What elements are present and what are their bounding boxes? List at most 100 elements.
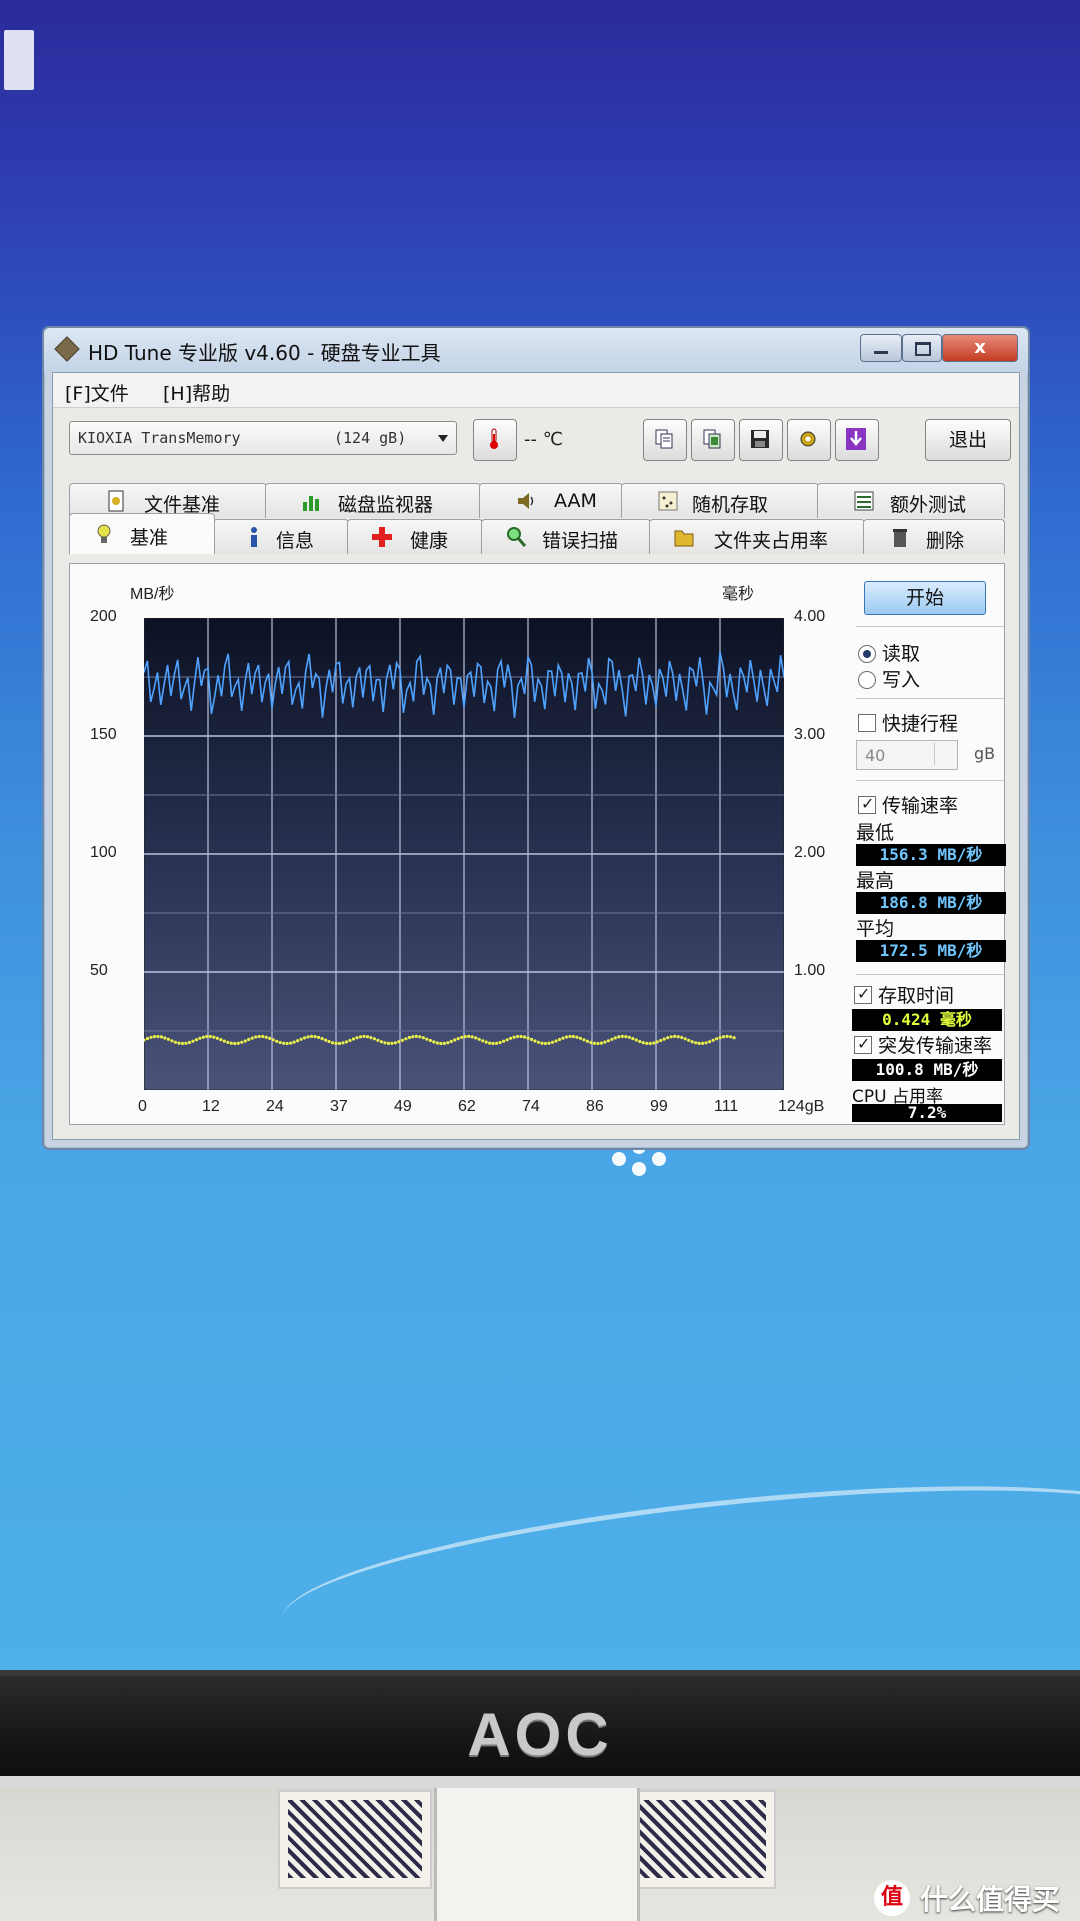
close-button[interactable]: x [942, 334, 1018, 362]
tab-label: 健康 [410, 530, 449, 552]
avg-value: 172.5 MB/秒 [856, 940, 1006, 962]
access-time-point [372, 1037, 376, 1041]
site-watermark: 值 什么值得买 [873, 1878, 1060, 1918]
burst-rate-checkbox[interactable] [854, 1034, 872, 1054]
access-time-point [264, 1035, 268, 1039]
transfer-rate-checkbox[interactable] [858, 794, 876, 814]
access-time-point [463, 1035, 467, 1039]
access-time-point [376, 1038, 380, 1042]
x-tick: 62 [458, 1098, 476, 1115]
access-time-point [407, 1035, 411, 1040]
access-time-checkbox[interactable] [854, 984, 872, 1004]
extra-tests-icon [854, 491, 874, 511]
short-stroke-stepper[interactable]: 40 [856, 740, 958, 770]
access-time-point [191, 1039, 195, 1043]
access-time-point [240, 1040, 244, 1044]
tab-folder-usage[interactable]: 文件夹占用率 [649, 519, 865, 554]
access-time-point [226, 1040, 230, 1044]
drive-select[interactable]: KIOXIA TransMemory (124 gB) [69, 421, 457, 455]
access-time-point [296, 1039, 300, 1043]
access-time-point [697, 1041, 701, 1045]
tab-random-access[interactable]: 随机存取 [621, 483, 819, 518]
burst-rate-value: 100.8 MB/秒 [852, 1059, 1002, 1081]
access-time-label: 存取时间 [878, 985, 955, 1007]
access-time-point [187, 1040, 191, 1045]
x-tick: 74 [522, 1098, 540, 1115]
access-time-point [659, 1038, 663, 1043]
tab-extra-tests[interactable]: 额外测试 [817, 483, 1005, 518]
temperature-button[interactable] [473, 419, 517, 461]
access-time-point [470, 1035, 474, 1039]
access-time-point [247, 1037, 251, 1042]
access-time-point [355, 1036, 359, 1040]
monitor-brand-logo: AOC [467, 1701, 613, 1768]
menu-file[interactable]: [F]文件 [65, 379, 129, 406]
trash-icon [893, 529, 907, 547]
chevron-down-icon [438, 435, 448, 442]
access-time-point [341, 1041, 345, 1045]
tab-info[interactable]: 信息 [213, 519, 349, 554]
x-tick: 49 [394, 1098, 412, 1115]
access-time-point [449, 1039, 453, 1044]
access-time-point [543, 1041, 548, 1046]
separator [856, 698, 1004, 699]
short-stroke-checkbox[interactable] [858, 714, 876, 732]
tab-error-scan[interactable]: 错误扫描 [481, 519, 651, 554]
access-time-point [212, 1035, 216, 1039]
copy-text-button[interactable] [643, 419, 687, 461]
access-time-point [596, 1041, 600, 1046]
y-axis-left-unit: MB/秒 [130, 586, 175, 603]
write-label: 写入 [882, 669, 921, 691]
x-tick: 12 [202, 1098, 220, 1115]
save-button[interactable] [739, 419, 783, 461]
access-time-point [568, 1034, 572, 1039]
access-time-point [509, 1036, 513, 1040]
access-time-point [690, 1040, 694, 1044]
access-time-point [198, 1036, 202, 1040]
tab-health[interactable]: 健康 [347, 519, 483, 554]
access-time-point [620, 1034, 624, 1038]
access-time-point [655, 1040, 659, 1044]
y-tick-left: 100 [90, 844, 117, 861]
stepper-arrows[interactable] [934, 743, 955, 765]
tab-aam[interactable]: AAM [479, 483, 623, 518]
access-time-point [648, 1041, 652, 1046]
tab-delete[interactable]: 删除 [863, 519, 1005, 554]
watermark-text: 什么值得买 [919, 1883, 1060, 1916]
access-time-point [383, 1041, 387, 1045]
access-time-point [334, 1041, 338, 1045]
access-time-point [564, 1035, 569, 1039]
access-time-point [236, 1041, 240, 1045]
access-time-point [519, 1034, 523, 1039]
title-bar[interactable]: HD Tune 专业版 v4.60 - 硬盘专业工具 x [44, 328, 1028, 372]
copy-screenshot-button[interactable] [691, 419, 735, 461]
tab-disk-monitor[interactable]: 磁盘监视器 [265, 483, 481, 518]
access-time-point [358, 1035, 363, 1039]
access-time-point [435, 1041, 439, 1045]
options-button[interactable] [787, 419, 831, 461]
access-time-point [170, 1039, 174, 1043]
access-time-point [278, 1040, 282, 1045]
write-radio[interactable] [858, 671, 876, 689]
menu-help[interactable]: [H]帮助 [163, 379, 230, 406]
access-time-point [149, 1035, 153, 1039]
transfer-rate-label: 传输速率 [882, 795, 959, 817]
max-label: 最高 [856, 870, 895, 892]
access-time-point [365, 1035, 370, 1039]
access-time-point [578, 1036, 582, 1040]
access-time-point [662, 1037, 666, 1041]
start-button[interactable]: 开始 [864, 581, 986, 615]
tab-benchmark[interactable]: 基准 [69, 513, 215, 554]
minimize-button[interactable] [860, 334, 902, 362]
access-time-point [603, 1040, 607, 1044]
desktop-icon[interactable] [4, 30, 38, 110]
access-time-point [229, 1041, 233, 1045]
access-time-point [425, 1037, 429, 1041]
access-time-point [498, 1040, 502, 1045]
download-button[interactable] [835, 419, 879, 461]
maximize-button[interactable] [902, 334, 942, 362]
exit-button[interactable]: 退出 [925, 419, 1011, 461]
access-time-point [173, 1040, 177, 1044]
read-radio[interactable] [858, 645, 876, 663]
x-tick: 124gB [778, 1098, 825, 1115]
